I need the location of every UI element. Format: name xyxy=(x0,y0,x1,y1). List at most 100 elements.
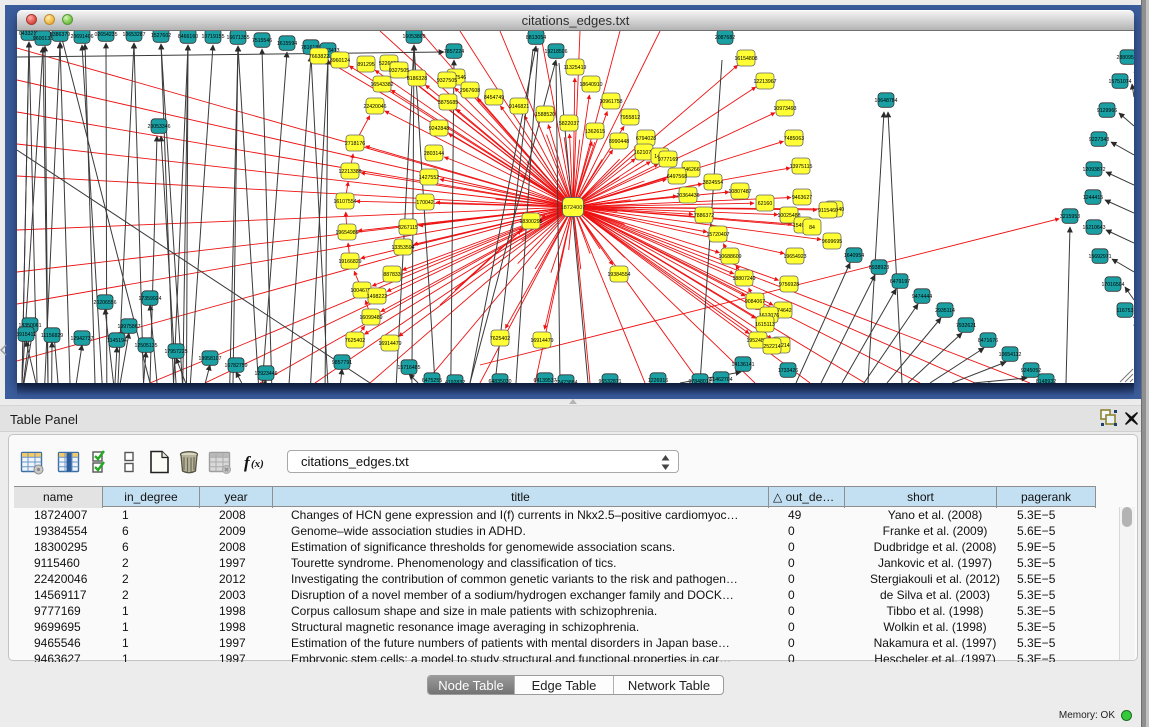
svg-text:9242848: 9242848 xyxy=(429,126,449,132)
svg-text:10688609: 10688609 xyxy=(718,254,741,260)
svg-text:13975115: 13975115 xyxy=(790,164,813,170)
svg-text:6794028: 6794028 xyxy=(636,136,656,142)
svg-text:20053346: 20053346 xyxy=(147,124,170,130)
svg-text:7485063: 7485063 xyxy=(784,136,804,142)
svg-text:7625402: 7625402 xyxy=(490,336,510,342)
svg-text:20691406: 20691406 xyxy=(70,34,93,40)
svg-text:7857224: 7857224 xyxy=(444,49,464,55)
svg-text:2967608: 2967608 xyxy=(460,88,480,94)
svg-text:1498222: 1498222 xyxy=(367,294,387,300)
svg-text:6475255: 6475255 xyxy=(422,378,442,383)
svg-text:18640910: 18640910 xyxy=(579,82,602,88)
svg-text:252214: 252214 xyxy=(763,344,780,350)
svg-text:16053809: 16053809 xyxy=(402,34,425,40)
svg-text:19654923: 19654923 xyxy=(783,254,806,260)
svg-text:1226916: 1226916 xyxy=(648,378,668,383)
svg-text:8186328: 8186328 xyxy=(407,76,427,82)
svg-text:16154808: 16154808 xyxy=(734,56,757,62)
svg-text:15692971: 15692971 xyxy=(1088,254,1111,260)
svg-text:1733426: 1733426 xyxy=(778,368,798,374)
svg-text:9327505: 9327505 xyxy=(389,68,409,74)
svg-text:7955812: 7955812 xyxy=(620,115,640,121)
svg-text:9245052: 9245052 xyxy=(1021,368,1041,374)
svg-text:19958107: 19958107 xyxy=(198,356,221,362)
svg-text:19384554: 19384554 xyxy=(607,272,630,278)
svg-text:891295: 891295 xyxy=(357,62,374,68)
svg-text:887833: 887833 xyxy=(383,272,400,278)
svg-text:1145194: 1145194 xyxy=(107,338,127,344)
svg-text:9756928: 9756928 xyxy=(779,282,799,288)
svg-text:12505135: 12505135 xyxy=(134,343,157,349)
svg-text:84: 84 xyxy=(809,225,815,231)
svg-text:7515546: 7515546 xyxy=(252,38,272,44)
svg-text:64835030: 64835030 xyxy=(488,379,511,383)
svg-text:6479197: 6479197 xyxy=(890,279,910,285)
svg-text:9857791: 9857791 xyxy=(332,360,352,366)
svg-text:64139537: 64139537 xyxy=(533,378,556,383)
svg-text:8466160: 8466160 xyxy=(178,34,198,40)
svg-text:3215953: 3215953 xyxy=(1060,214,1080,220)
svg-text:9777169: 9777169 xyxy=(658,157,678,163)
svg-text:16099489: 16099489 xyxy=(359,315,382,321)
svg-text:7886372: 7886372 xyxy=(694,213,714,219)
svg-text:72423884: 72423884 xyxy=(554,380,577,383)
svg-text:12942737: 12942737 xyxy=(70,336,93,342)
svg-text:10961758: 10961758 xyxy=(599,99,622,105)
svg-text:18724007: 18724007 xyxy=(561,205,586,211)
svg-text:17957225: 17957225 xyxy=(164,349,187,355)
svg-text:3875685: 3875685 xyxy=(438,100,458,106)
svg-text:8960124: 8960124 xyxy=(330,58,350,64)
svg-text:18807249: 18807249 xyxy=(732,276,755,282)
svg-text:17359924: 17359924 xyxy=(138,296,161,302)
svg-text:1615594: 1615594 xyxy=(277,41,297,47)
svg-text:10648784: 10648784 xyxy=(874,98,897,104)
svg-text:15720407: 15720407 xyxy=(706,232,729,238)
svg-text:8813054: 8813054 xyxy=(526,35,546,41)
svg-text:7625402: 7625402 xyxy=(345,338,365,344)
svg-text:9699695: 9699695 xyxy=(822,239,842,245)
svg-text:96532871: 96532871 xyxy=(598,379,621,383)
svg-text:17016504: 17016504 xyxy=(1101,282,1124,288)
svg-text:2718176: 2718176 xyxy=(345,141,365,147)
svg-text:1640954: 1640954 xyxy=(844,253,864,259)
svg-text:9115460: 9115460 xyxy=(818,208,838,214)
svg-text:19975867: 19975867 xyxy=(117,324,140,330)
svg-text:22420046: 22420046 xyxy=(363,104,386,110)
svg-text:16543382: 16543382 xyxy=(370,82,393,88)
svg-text:11325419: 11325419 xyxy=(564,65,587,71)
svg-text:16671355: 16671355 xyxy=(226,35,249,41)
svg-text:8938923: 8938923 xyxy=(869,265,889,271)
svg-text:2087682: 2087682 xyxy=(715,35,735,41)
svg-text:14136141: 14136141 xyxy=(731,362,754,368)
svg-text:19654985: 19654985 xyxy=(335,230,358,236)
svg-text:1588520: 1588520 xyxy=(535,112,555,118)
svg-text:10807487: 10807487 xyxy=(728,189,751,195)
svg-text:20364436: 20364436 xyxy=(676,193,699,199)
svg-text:170042: 170042 xyxy=(416,200,433,206)
svg-text:7663822: 7663822 xyxy=(309,54,329,60)
svg-text:10653287: 10653287 xyxy=(122,32,145,38)
svg-text:1244415: 1244415 xyxy=(1083,195,1103,201)
svg-text:16782759: 16782759 xyxy=(224,363,247,369)
svg-text:15751074: 15751074 xyxy=(1108,79,1131,85)
svg-text:1427552: 1427552 xyxy=(419,175,439,181)
svg-text:7932621: 7932621 xyxy=(956,323,976,329)
svg-text:9327505: 9327505 xyxy=(437,78,457,84)
svg-text:51462704: 51462704 xyxy=(709,377,732,383)
svg-text:12093872: 12093872 xyxy=(1082,167,1105,173)
svg-text:8386379: 8386379 xyxy=(50,32,70,38)
svg-text:5822037: 5822037 xyxy=(559,121,579,127)
svg-text:1615113: 1615113 xyxy=(755,322,775,328)
svg-text:10719155: 10719155 xyxy=(201,34,224,40)
svg-text:3267115: 3267115 xyxy=(398,225,418,231)
svg-text:1362615: 1362615 xyxy=(585,129,605,135)
svg-text:9129966: 9129966 xyxy=(1097,108,1117,114)
svg-text:9474444: 9474444 xyxy=(912,294,932,300)
svg-text:4192832: 4192832 xyxy=(445,380,465,383)
svg-text:(x): (x) xyxy=(251,458,264,470)
svg-text:20206556: 20206556 xyxy=(93,300,116,306)
svg-text:10654112: 10654112 xyxy=(999,352,1022,358)
svg-text:8148932: 8148932 xyxy=(1036,379,1056,383)
svg-text:28809570: 28809570 xyxy=(1116,55,1134,61)
svg-text:62160: 62160 xyxy=(758,201,773,207)
